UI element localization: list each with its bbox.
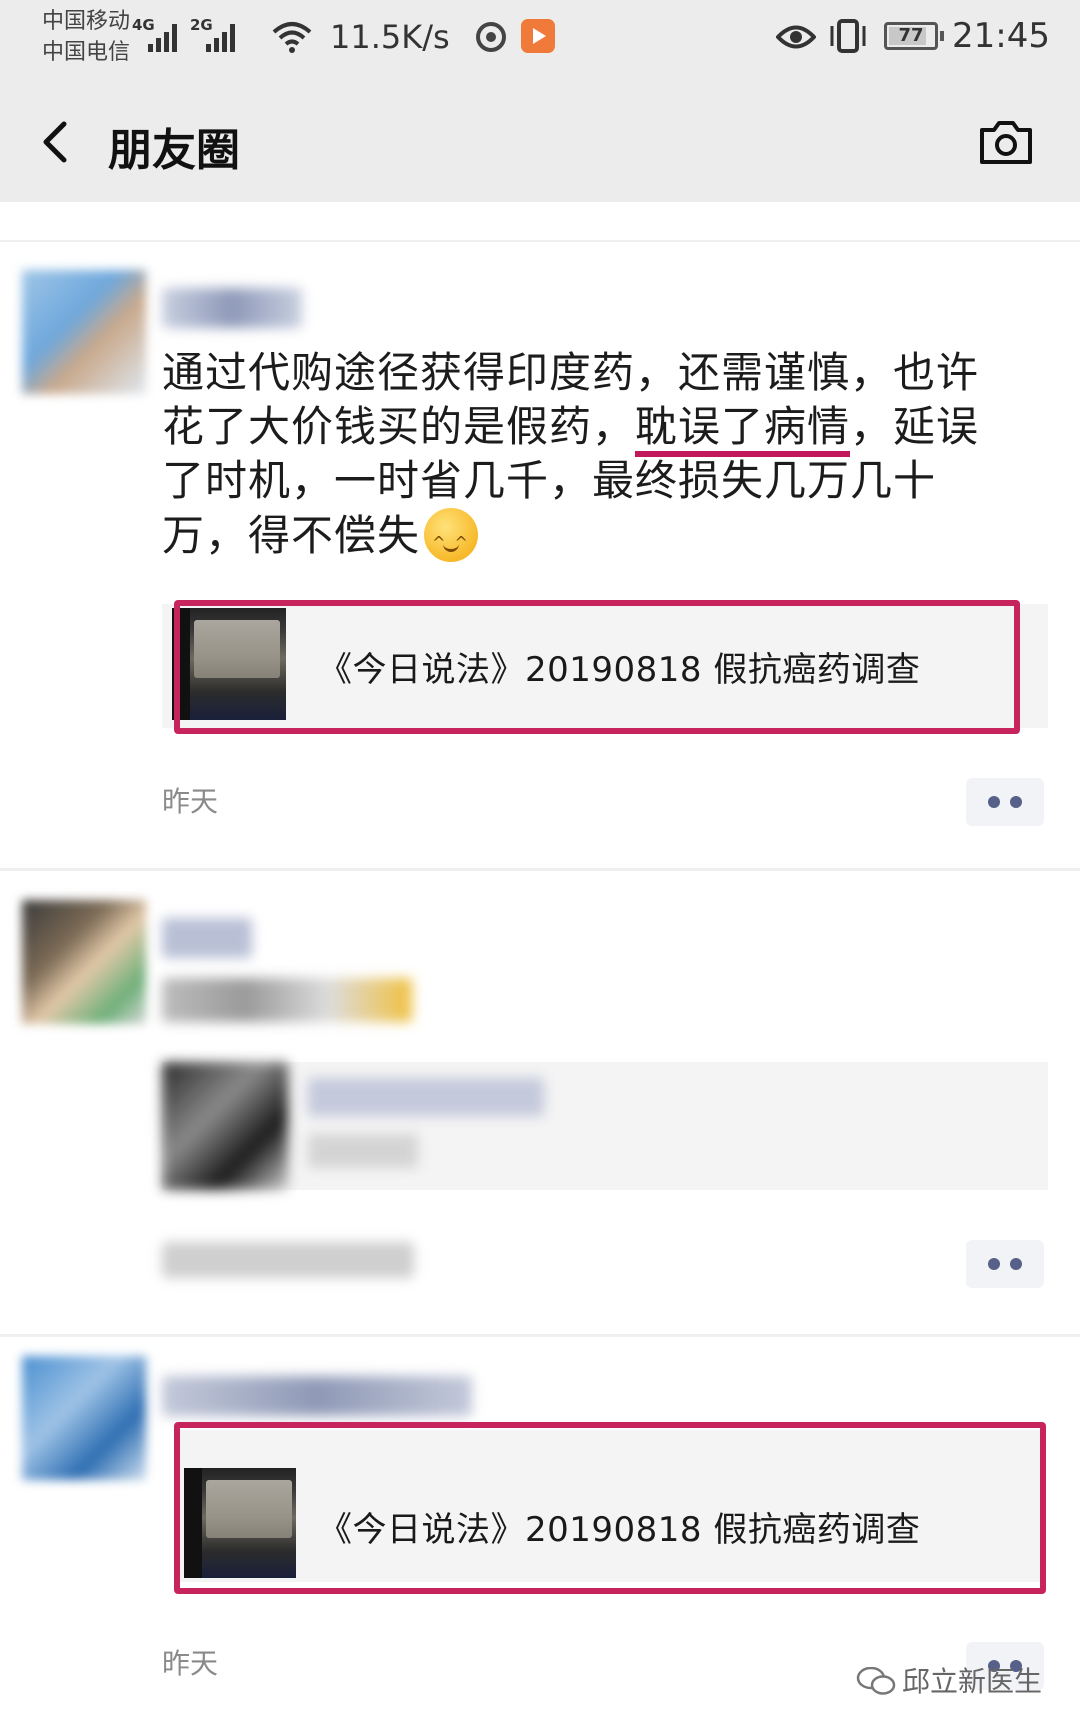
moments-page: 中国移动 中国电信 4G 2G 11.5K/s 77 21:45 朋友圈 通过代…	[0, 0, 1080, 1726]
clock: 21:45	[952, 16, 1050, 56]
divider	[0, 868, 1080, 871]
divider	[0, 240, 1080, 242]
eye-icon	[776, 25, 816, 49]
avatar[interactable]	[22, 1356, 146, 1480]
divider	[0, 1334, 1080, 1337]
post-time: 昨天	[162, 785, 219, 818]
author-name[interactable]	[162, 918, 252, 958]
post-text	[162, 978, 412, 1022]
video-app-icon	[521, 19, 555, 53]
battery-icon: 77	[884, 22, 944, 50]
carrier-1: 中国移动	[42, 9, 131, 34]
battery-level: 77	[898, 25, 924, 46]
status-bar: 中国移动 中国电信 4G 2G 11.5K/s 77 21:45	[0, 0, 1080, 86]
highlight-box	[174, 1422, 1046, 1594]
post-text: 通过代购途径获得印度药，还需谨慎，也许花了大价钱买的是假药，耽误了病情，延误了时…	[162, 346, 1002, 570]
watermark: 邱立新医生	[856, 1660, 1042, 1700]
more-button[interactable]	[966, 1240, 1044, 1288]
wifi-icon	[272, 22, 312, 53]
link-subtitle	[308, 1134, 418, 1168]
page-title: 朋友圈	[108, 125, 240, 176]
link-card[interactable]	[162, 1062, 1048, 1190]
link-thumbnail	[162, 1062, 288, 1190]
network-speed: 11.5K/s	[330, 18, 450, 56]
post-text-underlined: 耽误了病情	[635, 402, 851, 457]
avatar[interactable]	[22, 270, 146, 394]
camera-icon[interactable]	[978, 114, 1034, 170]
highlight-box	[174, 600, 1020, 734]
weibo-icon	[476, 22, 506, 52]
more-button[interactable]	[966, 778, 1044, 826]
nav-bar: 朋友圈	[0, 86, 1080, 202]
author-name[interactable]	[162, 1376, 472, 1416]
avatar[interactable]	[22, 900, 146, 1024]
author-name[interactable]	[162, 288, 302, 328]
chevron-left-icon[interactable]	[30, 112, 90, 172]
wechat-icon	[856, 1667, 896, 1695]
smile-emoji-icon	[424, 508, 479, 570]
watermark-text: 邱立新医生	[902, 1665, 1043, 1698]
post-time: 昨天	[162, 1647, 219, 1680]
vibrate-icon	[830, 19, 866, 53]
link-title	[308, 1078, 544, 1116]
carrier-labels: 中国移动 中国电信	[42, 6, 130, 68]
carrier-2: 中国电信	[42, 40, 131, 65]
post-time	[162, 1242, 414, 1278]
